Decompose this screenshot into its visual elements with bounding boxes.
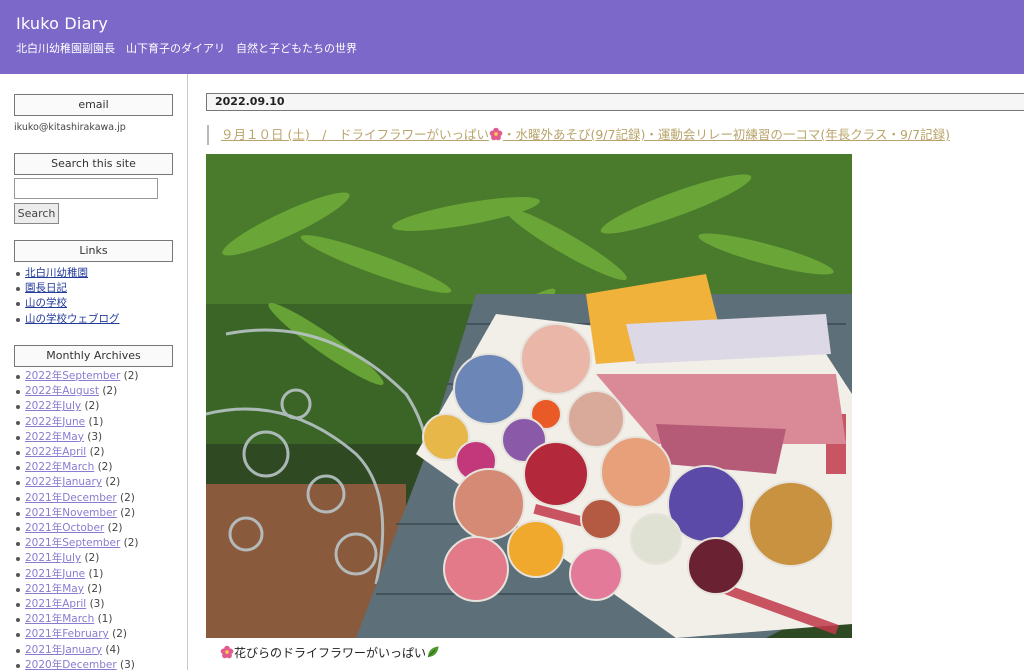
archives-heading: Monthly Archives (14, 345, 173, 367)
archive-link[interactable]: 2022年September (25, 370, 120, 382)
archive-link[interactable]: 2021年October (25, 522, 104, 534)
archive-count: (1) (88, 415, 104, 428)
archives-list: 2022年September (2) 2022年August (2) 2022年Ju… (14, 369, 138, 670)
archive-item: 2021年March (1) (14, 612, 138, 627)
archive-item: 2022年September (2) (14, 369, 138, 384)
links-list: 北白川幼稚園 園長日記 山の学校 山の学校ウェブログ (14, 266, 120, 327)
archive-link[interactable]: 2022年April (25, 446, 86, 458)
archive-item: 2021年December (2) (14, 491, 138, 506)
archive-link[interactable]: 2021年July (25, 552, 81, 564)
pink-flower-icon (220, 645, 234, 659)
link-director-diary[interactable]: 園長日記 (25, 282, 67, 294)
archive-link[interactable]: 2022年July (25, 400, 81, 412)
leaf-icon (427, 646, 439, 658)
archive-count: (4) (105, 643, 121, 656)
archive-item: 2021年May (2) (14, 582, 138, 597)
archive-count: (2) (123, 537, 139, 550)
archive-link[interactable]: 2021年January (25, 644, 102, 656)
archive-count: (2) (107, 522, 123, 535)
archive-link[interactable]: 2021年December (25, 492, 117, 504)
archive-item: 2021年July (2) (14, 551, 138, 566)
archive-count: (2) (105, 476, 121, 489)
link-kindergarten[interactable]: 北白川幼稚園 (25, 267, 88, 279)
email-heading: email (14, 94, 173, 116)
archive-count: (2) (102, 385, 118, 398)
archive-item: 2022年April (2) (14, 445, 138, 460)
archive-link[interactable]: 2022年March (25, 461, 94, 473)
pink-flower-icon (489, 127, 503, 141)
main-content: 2022.09.10 ９月１０日 (土) / ドライフラワーがいっぱい ・水曜外… (188, 74, 1024, 670)
archive-item: 2021年September (2) (14, 536, 138, 551)
archive-item: 2022年June (1) (14, 415, 138, 430)
archive-count: (2) (120, 506, 136, 519)
archive-item: 2021年November (2) (14, 506, 138, 521)
archive-item: 2021年October (2) (14, 521, 138, 536)
archive-link[interactable]: 2021年March (25, 613, 94, 625)
archive-item: 2022年July (2) (14, 399, 138, 414)
sidebar: email ikuko@kitashirakawa.jp Search this… (0, 74, 188, 670)
archive-item: 2022年January (2) (14, 475, 138, 490)
archive-item: 2021年April (3) (14, 597, 138, 612)
photo-caption: 花びらのドライフラワーがいっぱい (220, 644, 440, 661)
archive-link[interactable]: 2021年September (25, 537, 120, 549)
list-item: 北白川幼稚園 (14, 266, 120, 281)
archive-count: (2) (123, 370, 139, 382)
archive-count: (3) (87, 430, 103, 443)
email-address: ikuko@kitashirakawa.jp (14, 122, 126, 133)
archive-item: 2022年March (2) (14, 460, 138, 475)
archive-item: 2022年August (2) (14, 384, 138, 399)
archive-count: (2) (87, 582, 103, 595)
list-item: 山の学校ウェブログ (14, 312, 120, 327)
search-heading: Search this site (14, 153, 173, 175)
links-heading: Links (14, 240, 173, 262)
entry-title-part1[interactable]: ９月１０日 (土) / ドライフラワーがいっぱい (221, 127, 489, 142)
archive-link[interactable]: 2021年May (25, 583, 84, 595)
archive-count: (2) (120, 491, 135, 504)
archive-link[interactable]: 2022年June (25, 416, 85, 428)
archive-count: (2) (84, 400, 100, 413)
archive-item: 2021年June (1) (14, 567, 138, 582)
archive-count: (1) (88, 567, 104, 580)
site-title[interactable]: Ikuko Diary (16, 14, 108, 33)
search-button[interactable]: Search (14, 203, 59, 224)
list-item: 園長日記 (14, 281, 120, 296)
entry-date: 2022.09.10 (206, 93, 1024, 111)
archive-count: (3) (89, 598, 105, 611)
entry-title[interactable]: ９月１０日 (土) / ドライフラワーがいっぱい ・水曜外あそび(9/7記録)・… (207, 125, 950, 145)
caption-text: 花びらのドライフラワーがいっぱい (234, 646, 427, 660)
dried-flowers-photo (206, 154, 852, 638)
archive-link[interactable]: 2022年August (25, 385, 99, 397)
archive-count: (2) (84, 552, 100, 565)
archive-item: 2021年January (4) (14, 643, 138, 658)
archive-item: 2021年February (2) (14, 627, 138, 642)
archive-link[interactable]: 2022年January (25, 476, 102, 488)
search-input[interactable] (14, 178, 158, 199)
list-item: 山の学校 (14, 296, 120, 311)
archive-link[interactable]: 2021年November (25, 507, 117, 519)
archive-link[interactable]: 2020年December (25, 659, 117, 670)
link-mountain-school[interactable]: 山の学校 (25, 297, 67, 309)
archive-link[interactable]: 2021年April (25, 598, 86, 610)
archive-count: (2) (89, 446, 105, 459)
archive-link[interactable]: 2021年February (25, 628, 109, 640)
archive-link[interactable]: 2022年May (25, 431, 84, 443)
archive-count: (3) (120, 658, 135, 670)
archive-count: (2) (112, 628, 127, 641)
archive-count: (2) (97, 461, 113, 474)
archive-item: 2022年May (3) (14, 430, 138, 445)
link-mountain-school-weblog[interactable]: 山の学校ウェブログ (25, 313, 120, 325)
archive-count: (1) (97, 613, 113, 626)
site-banner: Ikuko Diary 北白川幼稚園副園長 山下育子のダイアリ 自然と子どもたち… (0, 0, 1024, 74)
site-description: 北白川幼稚園副園長 山下育子のダイアリ 自然と子どもたちの世界 (16, 42, 357, 55)
archive-item: 2020年December (3) (14, 658, 138, 670)
archive-link[interactable]: 2021年June (25, 568, 85, 580)
entry-title-part2[interactable]: ・水曜外あそび(9/7記録)・運動会リレー初練習の一コマ(年長クラス・9/7記録… (503, 127, 950, 142)
